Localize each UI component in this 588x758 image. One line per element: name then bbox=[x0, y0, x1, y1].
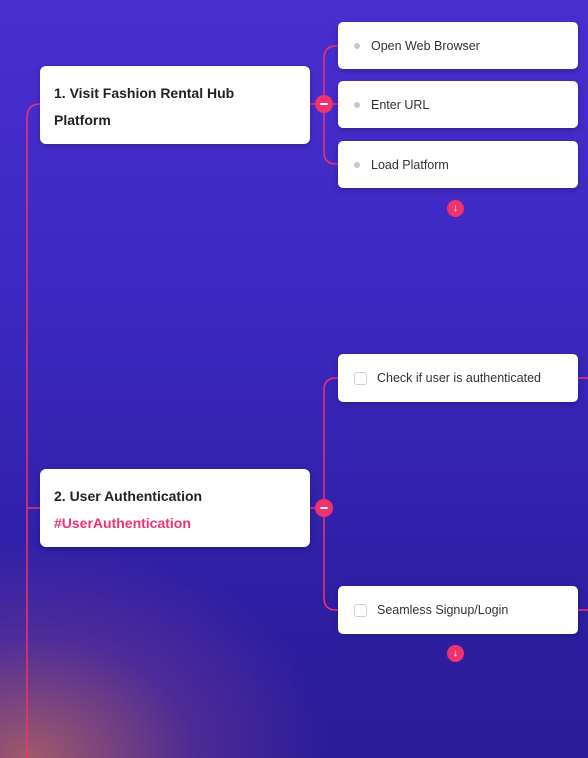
collapse-minus-icon[interactable] bbox=[315, 95, 333, 113]
subnode-label: Load Platform bbox=[371, 157, 449, 172]
collapse-minus-icon[interactable] bbox=[315, 499, 333, 517]
node-visit-platform-title-line2: Platform bbox=[54, 112, 111, 128]
subnode-label: Enter URL bbox=[371, 97, 430, 112]
node1-branch-bottom bbox=[323, 104, 338, 165]
subnode-load-platform[interactable]: Load Platform bbox=[338, 141, 578, 188]
node-visit-platform-title-line1: 1. Visit Fashion Rental Hub bbox=[54, 85, 235, 101]
subnode-label: Seamless Signup/Login bbox=[377, 603, 509, 617]
checkbox-icon[interactable] bbox=[354, 371, 367, 385]
node-user-authentication-tag[interactable]: #UserAuthentication bbox=[54, 510, 296, 537]
subnode-enter-url[interactable]: Enter URL bbox=[338, 81, 578, 128]
expand-more-arrow-down-icon[interactable]: ↓ bbox=[447, 645, 464, 662]
subnode-seamless-signup-login[interactable]: Seamless Signup/Login bbox=[338, 586, 578, 634]
node-user-authentication[interactable]: 2. User Authentication #UserAuthenticati… bbox=[40, 469, 310, 547]
mind-map-canvas: 1. Visit Fashion Rental Hub Platform Ope… bbox=[0, 0, 588, 758]
bullet-dot-icon bbox=[354, 101, 360, 108]
bullet-dot-icon bbox=[354, 161, 360, 168]
subnode-open-web-browser[interactable]: Open Web Browser bbox=[338, 22, 578, 69]
subnode-check-authenticated[interactable]: Check if user is authenticated bbox=[338, 354, 578, 402]
node-visit-platform[interactable]: 1. Visit Fashion Rental Hub Platform bbox=[40, 66, 310, 144]
bullet-dot-icon bbox=[354, 42, 360, 49]
subnode-label: Open Web Browser bbox=[371, 38, 480, 53]
node2-branch-top bbox=[323, 377, 338, 508]
checkbox-icon[interactable] bbox=[354, 603, 367, 617]
node-user-authentication-title: 2. User Authentication bbox=[54, 488, 203, 504]
node2-branch-bottom bbox=[323, 508, 338, 611]
spine-line bbox=[26, 103, 41, 758]
expand-more-arrow-down-icon[interactable]: ↓ bbox=[447, 200, 464, 217]
subnode-label: Check if user is authenticated bbox=[377, 371, 541, 385]
